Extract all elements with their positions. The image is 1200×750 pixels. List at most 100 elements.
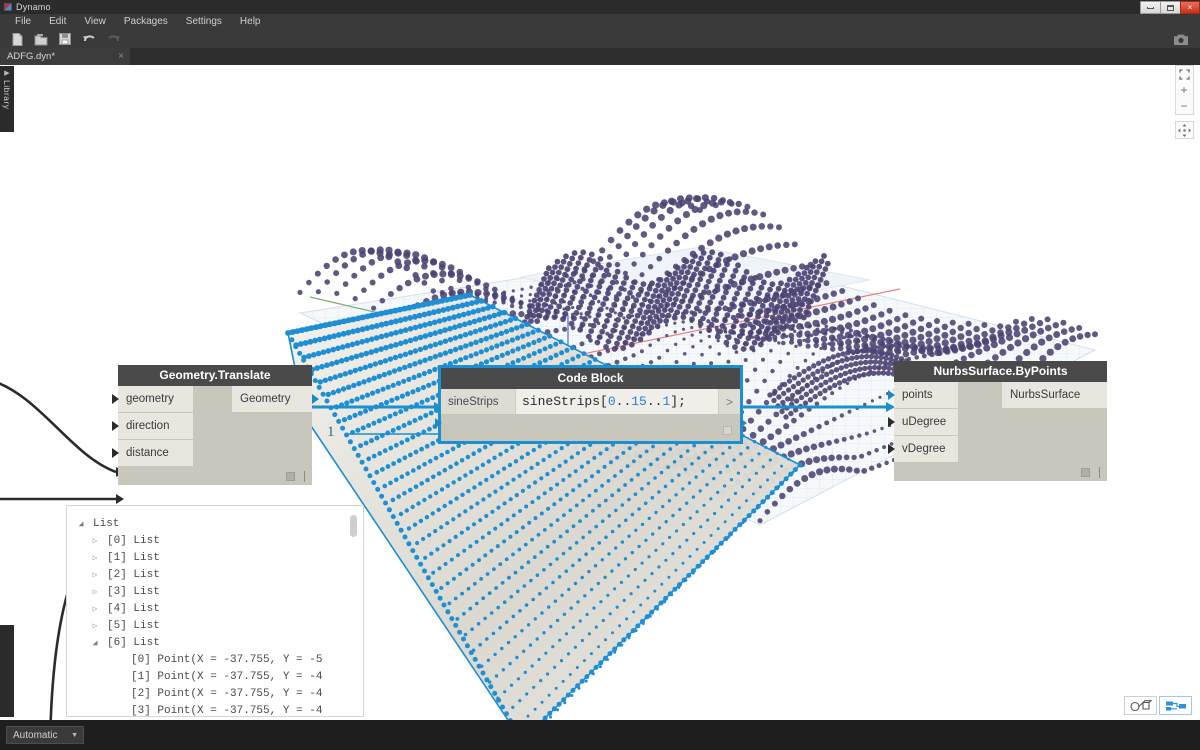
code-block-row[interactable]: sineStrips sineStrips[0.. 15.. 1]; >: [435, 389, 747, 428]
list-item[interactable]: ▷ [1] List: [67, 549, 363, 566]
output-port-geometry[interactable]: Geometry: [232, 386, 312, 413]
expand-triangle-icon[interactable]: ▷: [89, 621, 101, 631]
list-item-label: [3] List: [107, 585, 160, 598]
list-item[interactable]: [3] Point(X = -37.755, Y = -4: [67, 702, 363, 717]
node-title: Code Block: [441, 368, 740, 389]
node-geometry-translate[interactable]: Geometry.Translate geometry Geometry dir…: [112, 365, 319, 485]
tab-close-icon[interactable]: ×: [118, 51, 124, 62]
list-item[interactable]: ▷ [0] List: [67, 532, 363, 549]
list-item-label: [5] List: [107, 619, 160, 632]
expand-triangle-icon[interactable]: ▷: [89, 587, 101, 597]
pan-button[interactable]: [1174, 121, 1194, 139]
output-port-codeblock[interactable]: >: [718, 389, 740, 414]
node-preview-toggle-icon[interactable]: [723, 426, 732, 435]
list-item[interactable]: [0] Point(X = -37.755, Y = -5: [67, 651, 363, 668]
port-row-direction[interactable]: direction: [112, 413, 312, 440]
node-resize-handle[interactable]: [304, 471, 305, 482]
toolbar: [0, 30, 1200, 48]
menu-help[interactable]: Help: [231, 14, 270, 30]
menu-view[interactable]: View: [75, 14, 115, 30]
graph-view-icon[interactable]: [1159, 696, 1192, 715]
dynamo-logo-icon: [4, 3, 12, 11]
list-item[interactable]: ▷ [2] List: [67, 566, 363, 583]
expand-triangle-icon[interactable]: ▷: [89, 570, 101, 580]
input-port-udegree[interactable]: uDegree: [894, 409, 958, 436]
menu-settings[interactable]: Settings: [177, 14, 231, 30]
node-nurbssurface-bypoints[interactable]: NurbsSurface.ByPoints points NurbsSurfac…: [888, 361, 1107, 481]
list-item[interactable]: ▷ [5] List: [67, 617, 363, 634]
port-connector-direction[interactable]: [112, 421, 119, 431]
port-connector-codeblock-out[interactable]: [740, 418, 747, 428]
expand-triangle-icon[interactable]: ▷: [89, 536, 101, 546]
close-button[interactable]: ×: [1180, 1, 1200, 14]
menu-file[interactable]: File: [6, 14, 40, 30]
list-item[interactable]: [1] Point(X = -37.755, Y = -4: [67, 668, 363, 685]
list-item-label: [2] Point(X = -37.755, Y = -4: [131, 687, 323, 700]
maximize-button[interactable]: [1160, 1, 1180, 14]
zoom-to-fit-icon[interactable]: [1175, 66, 1194, 82]
port-connector-geometry[interactable]: [112, 394, 119, 404]
list-item[interactable]: ◢ [6] List: [67, 634, 363, 651]
node-resize-handle[interactable]: [1099, 467, 1100, 478]
geometry-view-icon[interactable]: [1124, 696, 1157, 715]
minimize-button[interactable]: [1140, 1, 1160, 14]
tab-strip: ADFG.dyn* ×: [0, 48, 1200, 65]
new-file-icon[interactable]: [6, 31, 28, 48]
window-title: Dynamo: [16, 2, 51, 12]
run-mode-dropdown[interactable]: Automatic ▼: [6, 726, 84, 744]
port-row-points[interactable]: points NurbsSurface: [888, 382, 1107, 409]
port-connector-points[interactable]: [888, 390, 895, 400]
output-port-nurbssurface[interactable]: NurbsSurface: [1002, 382, 1107, 409]
menu-packages[interactable]: Packages: [115, 14, 177, 30]
input-port-sinestrips[interactable]: sineStrips: [441, 389, 515, 414]
port-row-distance[interactable]: distance: [112, 440, 312, 467]
left-edge-strip: [0, 625, 14, 717]
undo-icon[interactable]: [78, 31, 100, 48]
port-connector-udegree[interactable]: [888, 417, 895, 427]
input-port-distance[interactable]: distance: [118, 440, 193, 467]
chevron-down-icon: ▼: [71, 731, 78, 739]
open-file-icon[interactable]: [30, 31, 52, 48]
port-connector-vdegree[interactable]: [888, 444, 895, 454]
expand-triangle-icon[interactable]: ▷: [89, 604, 101, 614]
tab-adfg-dyn[interactable]: ADFG.dyn* ×: [0, 48, 130, 65]
library-panel-tab[interactable]: ▶ Library: [0, 66, 14, 132]
chevron-right-icon: ▶: [4, 70, 10, 77]
redo-icon[interactable]: [102, 31, 124, 48]
node-preview-toggle-icon[interactable]: [1081, 468, 1090, 477]
node-code-block[interactable]: Code Block sineStrips sineStrips[0.. 15..…: [435, 365, 747, 444]
code-text-num3: 1: [662, 394, 671, 409]
list-item[interactable]: ▷ [4] List: [67, 600, 363, 617]
node-preview-toggle-icon[interactable]: [286, 472, 295, 481]
list-item[interactable]: ◢ List: [67, 515, 363, 532]
preview-scrollbar[interactable]: [350, 515, 357, 537]
status-bar: Automatic ▼: [0, 720, 1200, 750]
list-item-label: [0] List: [107, 534, 160, 547]
viewport-navigation-controls: + −: [1174, 65, 1194, 139]
code-text-num1: 0: [607, 394, 616, 409]
node-list-preview-panel[interactable]: ◢ List ▷ [0] List ▷ [1] List ▷ [2] List ▷ [3]…: [66, 505, 364, 717]
expand-triangle-icon[interactable]: ◢: [75, 519, 87, 529]
zoom-out-button[interactable]: −: [1175, 98, 1194, 114]
node-title: NurbsSurface.ByPoints: [894, 361, 1107, 382]
input-port-geometry[interactable]: geometry: [118, 386, 193, 413]
code-block-editor[interactable]: sineStrips[0.. 15.. 1];: [515, 389, 718, 414]
port-row-udegree[interactable]: uDegree: [888, 409, 1107, 436]
zoom-in-button[interactable]: +: [1175, 82, 1194, 98]
port-row-geometry[interactable]: geometry Geometry: [112, 386, 319, 413]
node-title: Geometry.Translate: [118, 365, 312, 386]
camera-icon[interactable]: [1172, 31, 1190, 47]
input-port-direction[interactable]: direction: [118, 413, 193, 440]
port-connector-geometry-out[interactable]: [312, 394, 319, 404]
expand-triangle-icon[interactable]: ◢: [89, 638, 101, 648]
port-connector-distance[interactable]: [112, 448, 119, 458]
port-row-vdegree[interactable]: vDegree: [888, 436, 1107, 463]
input-port-vdegree[interactable]: vDegree: [894, 436, 958, 463]
list-item[interactable]: [2] Point(X = -37.755, Y = -4: [67, 685, 363, 702]
save-file-icon[interactable]: [54, 31, 76, 48]
input-port-points[interactable]: points: [894, 382, 958, 409]
list-item[interactable]: ▷ [3] List: [67, 583, 363, 600]
expand-triangle-icon[interactable]: ▷: [89, 553, 101, 563]
menu-edit[interactable]: Edit: [40, 14, 75, 30]
view-toggle-group: [1124, 696, 1192, 715]
